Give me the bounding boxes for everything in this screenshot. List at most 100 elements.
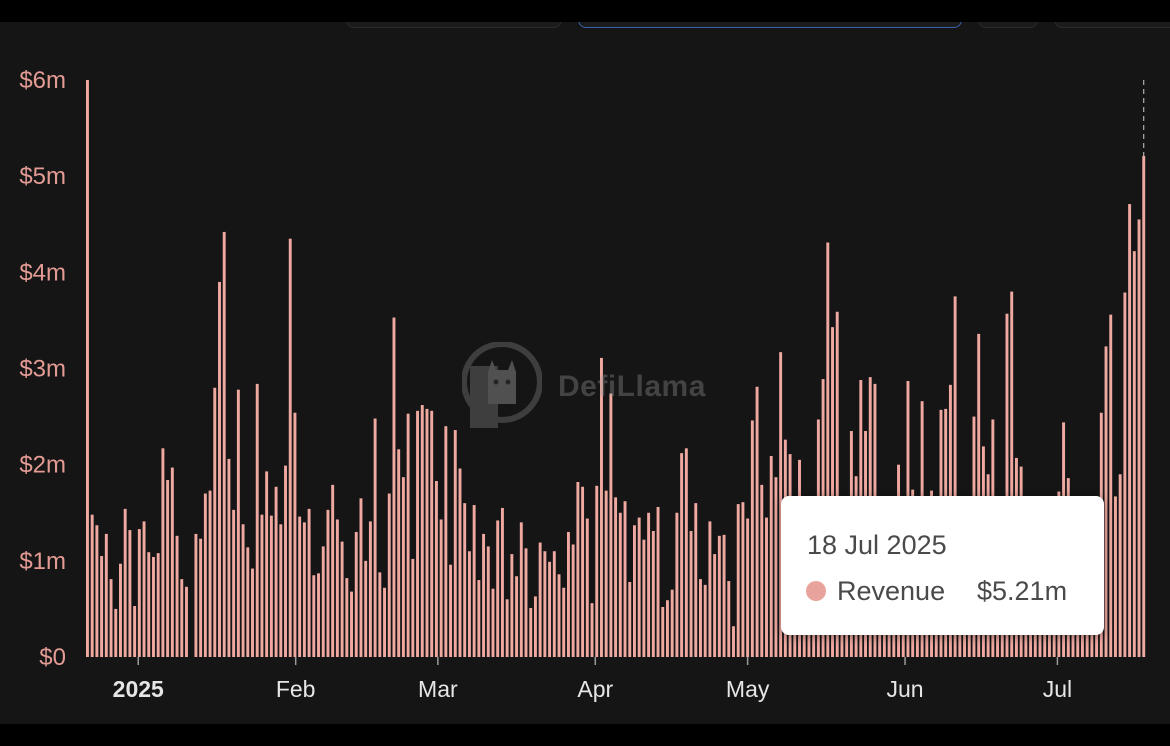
- revenue-bar[interactable]: [543, 551, 547, 657]
- revenue-bar[interactable]: [656, 506, 660, 657]
- revenue-bar[interactable]: [623, 501, 627, 657]
- revenue-bar[interactable]: [496, 520, 500, 657]
- revenue-bar[interactable]: [595, 485, 599, 657]
- revenue-bar[interactable]: [232, 509, 236, 657]
- revenue-bar[interactable]: [119, 563, 122, 657]
- revenue-bar[interactable]: [666, 600, 669, 657]
- revenue-bar[interactable]: [510, 554, 514, 657]
- revenue-bar[interactable]: [392, 317, 396, 657]
- revenue-bar[interactable]: [1132, 251, 1136, 657]
- revenue-bar[interactable]: [293, 412, 297, 657]
- revenue-bar[interactable]: [340, 541, 344, 657]
- revenue-bar[interactable]: [1142, 155, 1146, 657]
- revenue-bar[interactable]: [298, 516, 302, 657]
- revenue-bar[interactable]: [1123, 292, 1127, 657]
- revenue-bar[interactable]: [566, 531, 570, 657]
- revenue-bar[interactable]: [1128, 204, 1132, 657]
- revenue-bar[interactable]: [633, 525, 636, 657]
- revenue-bar[interactable]: [732, 626, 735, 657]
- revenue-bar[interactable]: [416, 410, 420, 657]
- revenue-bar[interactable]: [760, 484, 764, 657]
- revenue-bar[interactable]: [321, 546, 325, 657]
- revenue-bar[interactable]: [741, 502, 745, 657]
- revenue-bar[interactable]: [265, 471, 269, 657]
- revenue-bar[interactable]: [713, 554, 717, 657]
- revenue-bar[interactable]: [562, 587, 566, 657]
- revenue-bar[interactable]: [614, 497, 618, 657]
- revenue-bar[interactable]: [647, 512, 651, 657]
- revenue-bar[interactable]: [274, 486, 278, 657]
- revenue-bar[interactable]: [769, 456, 773, 657]
- revenue-bar[interactable]: [675, 512, 679, 657]
- revenue-bar[interactable]: [411, 558, 415, 657]
- revenue-bar[interactable]: [312, 575, 316, 657]
- revenue-bar[interactable]: [397, 449, 401, 657]
- revenue-bar[interactable]: [727, 581, 731, 657]
- revenue-bar[interactable]: [373, 418, 377, 657]
- revenue-bar[interactable]: [326, 509, 330, 657]
- revenue-bar[interactable]: [552, 551, 556, 657]
- revenue-bar[interactable]: [486, 546, 490, 657]
- revenue-bar[interactable]: [317, 573, 320, 657]
- revenue-bar[interactable]: [90, 514, 94, 657]
- revenue-bar[interactable]: [722, 534, 726, 657]
- revenue-bar[interactable]: [302, 522, 306, 657]
- revenue-bar[interactable]: [208, 490, 212, 657]
- revenue-bar[interactable]: [736, 504, 740, 657]
- revenue-bar[interactable]: [453, 430, 457, 657]
- revenue-bar[interactable]: [434, 481, 438, 657]
- revenue-bar[interactable]: [156, 553, 160, 657]
- revenue-bar[interactable]: [114, 608, 118, 657]
- revenue-bar[interactable]: [519, 522, 523, 657]
- revenue-bar[interactable]: [642, 539, 646, 657]
- revenue-bar[interactable]: [670, 589, 674, 657]
- revenue-bar[interactable]: [406, 413, 410, 657]
- revenue-bar[interactable]: [439, 519, 443, 657]
- revenue-bar[interactable]: [548, 561, 552, 657]
- revenue-bar[interactable]: [383, 587, 386, 657]
- revenue-bar[interactable]: [86, 80, 89, 657]
- revenue-bar[interactable]: [1113, 496, 1117, 657]
- revenue-bar[interactable]: [1137, 219, 1141, 657]
- revenue-bar[interactable]: [533, 596, 537, 657]
- revenue-bar[interactable]: [755, 386, 759, 657]
- revenue-bar[interactable]: [482, 533, 486, 657]
- revenue-bar[interactable]: [585, 518, 589, 657]
- revenue-bar[interactable]: [746, 518, 750, 657]
- revenue-bar[interactable]: [765, 517, 768, 657]
- revenue-bar[interactable]: [500, 507, 504, 657]
- revenue-bar[interactable]: [637, 517, 641, 657]
- revenue-bar[interactable]: [350, 591, 353, 657]
- revenue-bar[interactable]: [284, 465, 287, 657]
- revenue-bar[interactable]: [180, 579, 184, 657]
- revenue-bar[interactable]: [378, 572, 382, 657]
- revenue-bar[interactable]: [152, 556, 155, 657]
- revenue-bar[interactable]: [529, 607, 533, 657]
- revenue-bar[interactable]: [170, 467, 174, 657]
- revenue-bar[interactable]: [218, 281, 221, 657]
- revenue-bar[interactable]: [576, 481, 580, 657]
- revenue-bar[interactable]: [491, 588, 495, 657]
- revenue-bar[interactable]: [109, 579, 113, 657]
- revenue-bar[interactable]: [288, 238, 292, 657]
- revenue-bar[interactable]: [425, 408, 429, 657]
- revenue-bar[interactable]: [449, 564, 453, 657]
- revenue-bar[interactable]: [684, 448, 688, 657]
- revenue-bar[interactable]: [463, 503, 467, 657]
- revenue-bar[interactable]: [689, 531, 693, 657]
- revenue-bar[interactable]: [147, 552, 151, 657]
- revenue-bar[interactable]: [227, 458, 231, 657]
- revenue-bar[interactable]: [420, 405, 424, 657]
- revenue-bar[interactable]: [279, 524, 283, 657]
- revenue-bar[interactable]: [1118, 474, 1122, 657]
- revenue-bar[interactable]: [557, 574, 561, 657]
- revenue-bar[interactable]: [368, 521, 372, 657]
- revenue-bar[interactable]: [100, 556, 104, 657]
- revenue-bar[interactable]: [137, 529, 141, 657]
- revenue-bar[interactable]: [1104, 346, 1108, 657]
- revenue-bar[interactable]: [661, 606, 665, 657]
- revenue-bar[interactable]: [524, 548, 528, 657]
- revenue-bar[interactable]: [255, 383, 259, 657]
- revenue-bar[interactable]: [241, 524, 245, 657]
- revenue-bar[interactable]: [515, 576, 519, 657]
